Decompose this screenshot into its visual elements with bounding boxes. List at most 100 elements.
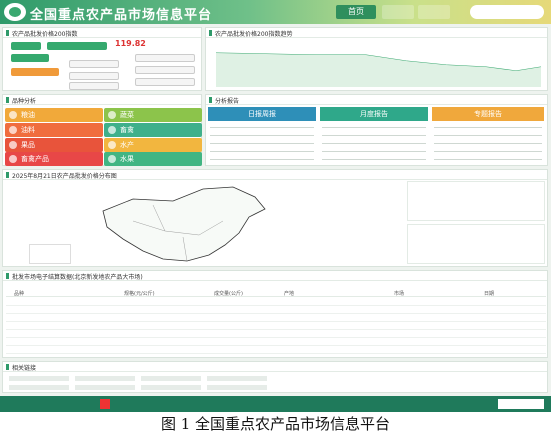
table-header-cell: 日期 xyxy=(484,291,495,297)
index-node[interactable] xyxy=(69,60,119,68)
report-tab-monthly[interactable]: 月度报告 xyxy=(320,107,428,121)
category-button[interactable]: 蔬菜 xyxy=(104,108,202,122)
category-icon xyxy=(108,111,116,119)
table-header-cell: 成交量(公斤) xyxy=(214,291,243,297)
category-label: 水果 xyxy=(120,155,134,163)
index-node[interactable] xyxy=(11,42,41,50)
section-marker-icon xyxy=(6,97,9,103)
table-row[interactable] xyxy=(6,353,546,354)
table-header-cell: 品种 xyxy=(14,291,25,297)
map-title: 2025年8月21日农产品批发价格分布图 xyxy=(12,173,117,180)
china-map-outline xyxy=(102,186,266,262)
panel-header: 农产品批发价格200指数趋势 xyxy=(206,28,547,38)
category-button[interactable]: 畜禽 xyxy=(104,123,202,137)
table-header-cell: 市场 xyxy=(394,291,405,297)
related-link[interactable] xyxy=(9,376,69,381)
report-link[interactable] xyxy=(434,151,542,152)
section-marker-icon xyxy=(6,273,9,279)
index-node[interactable] xyxy=(69,72,119,80)
report-link[interactable] xyxy=(322,127,426,128)
section-marker-icon xyxy=(6,30,9,36)
report-link[interactable] xyxy=(210,127,314,128)
report-link[interactable] xyxy=(322,159,426,160)
related-link[interactable] xyxy=(141,385,201,390)
category-icon xyxy=(108,126,116,134)
report-link[interactable] xyxy=(210,135,314,136)
panel-header: 分析报告 xyxy=(206,95,547,105)
related-link[interactable] xyxy=(75,385,135,390)
table-row[interactable] xyxy=(6,345,546,346)
category-label: 畜禽 xyxy=(120,126,134,134)
category-button[interactable]: 水产 xyxy=(104,138,202,152)
category-button[interactable]: 油料 xyxy=(5,123,103,137)
report-tab-daily[interactable]: 日报周报 xyxy=(208,107,316,121)
category-label: 果品 xyxy=(21,141,35,149)
table-row[interactable] xyxy=(6,321,546,322)
platform-logo-icon[interactable] xyxy=(4,3,26,21)
report-link[interactable] xyxy=(322,135,426,136)
report-link[interactable] xyxy=(210,159,314,160)
category-icon xyxy=(108,141,116,149)
table-row[interactable] xyxy=(6,305,546,306)
table-header-row: 品种 规格(元/公斤) 成交量(公斤) 产地 市场 日期 xyxy=(6,290,546,297)
index-node[interactable] xyxy=(135,66,195,74)
nav-tab-home[interactable]: 首页 xyxy=(336,5,376,19)
site-title: 全国重点农产品市场信息平台 xyxy=(30,8,213,23)
related-links-panel: 相关链接 xyxy=(2,361,548,393)
category-button[interactable]: 粮油 xyxy=(5,108,103,122)
report-link[interactable] xyxy=(434,159,542,160)
report-link[interactable] xyxy=(210,143,314,144)
category-label: 油料 xyxy=(21,126,35,134)
index-node[interactable] xyxy=(135,78,195,86)
index-trend-chart[interactable] xyxy=(206,39,547,91)
price-list-bottom xyxy=(407,224,545,264)
related-link[interactable] xyxy=(207,376,267,381)
price-list-top xyxy=(407,181,545,221)
table-row[interactable] xyxy=(6,337,546,338)
section-marker-icon xyxy=(6,364,9,370)
related-link[interactable] xyxy=(9,385,69,390)
related-link[interactable] xyxy=(141,376,201,381)
government-emblem-icon xyxy=(100,399,110,409)
report-link[interactable] xyxy=(210,151,314,152)
trend-area xyxy=(216,53,541,87)
related-link[interactable] xyxy=(75,376,135,381)
index-node[interactable] xyxy=(69,82,119,90)
category-icon xyxy=(9,111,17,119)
index-node[interactable] xyxy=(11,54,49,62)
panel-title: 农产品批发价格200指数 xyxy=(12,31,78,38)
section-marker-icon xyxy=(209,97,212,103)
site-seal-icon[interactable] xyxy=(498,399,544,409)
category-button[interactable]: 畜禽产品 xyxy=(5,152,103,166)
panel-header: 批发市场电子结算数据(北京新发地农产品大市场) xyxy=(3,271,547,281)
price-index-panel: 农产品批发价格200指数 119.82 xyxy=(2,27,202,91)
panel-header: 农产品批发价格200指数 xyxy=(3,28,201,38)
report-panel: 分析报告 日报周报 月度报告 专题报告 xyxy=(205,94,548,166)
index-node[interactable] xyxy=(135,54,195,62)
index-node[interactable] xyxy=(11,68,59,76)
index-node[interactable] xyxy=(47,42,107,50)
table-row[interactable] xyxy=(6,313,546,314)
category-label: 粮油 xyxy=(21,111,35,119)
report-link[interactable] xyxy=(434,135,542,136)
section-marker-icon xyxy=(209,30,212,36)
report-link[interactable] xyxy=(434,127,542,128)
category-button[interactable]: 果品 xyxy=(5,138,103,152)
nav-tab[interactable] xyxy=(418,5,450,19)
report-link[interactable] xyxy=(322,143,426,144)
category-button[interactable]: 水果 xyxy=(104,152,202,166)
category-icon xyxy=(9,141,17,149)
index-trend-panel: 农产品批发价格200指数趋势 xyxy=(205,27,548,91)
report-link[interactable] xyxy=(434,143,542,144)
panel-header: 品种分析 xyxy=(3,95,201,105)
category-icon xyxy=(9,126,17,134)
related-link[interactable] xyxy=(207,385,267,390)
search-input[interactable] xyxy=(470,5,544,19)
table-header-cell: 规格(元/公斤) xyxy=(124,291,155,297)
category-panel: 品种分析 粮油 蔬菜 油料 畜禽 果品 水产 畜禽产品 水果 xyxy=(2,94,202,166)
category-icon xyxy=(9,155,17,163)
table-row[interactable] xyxy=(6,329,546,330)
report-link[interactable] xyxy=(322,151,426,152)
report-tab-special[interactable]: 专题报告 xyxy=(432,107,544,121)
nav-tab[interactable] xyxy=(382,5,414,19)
